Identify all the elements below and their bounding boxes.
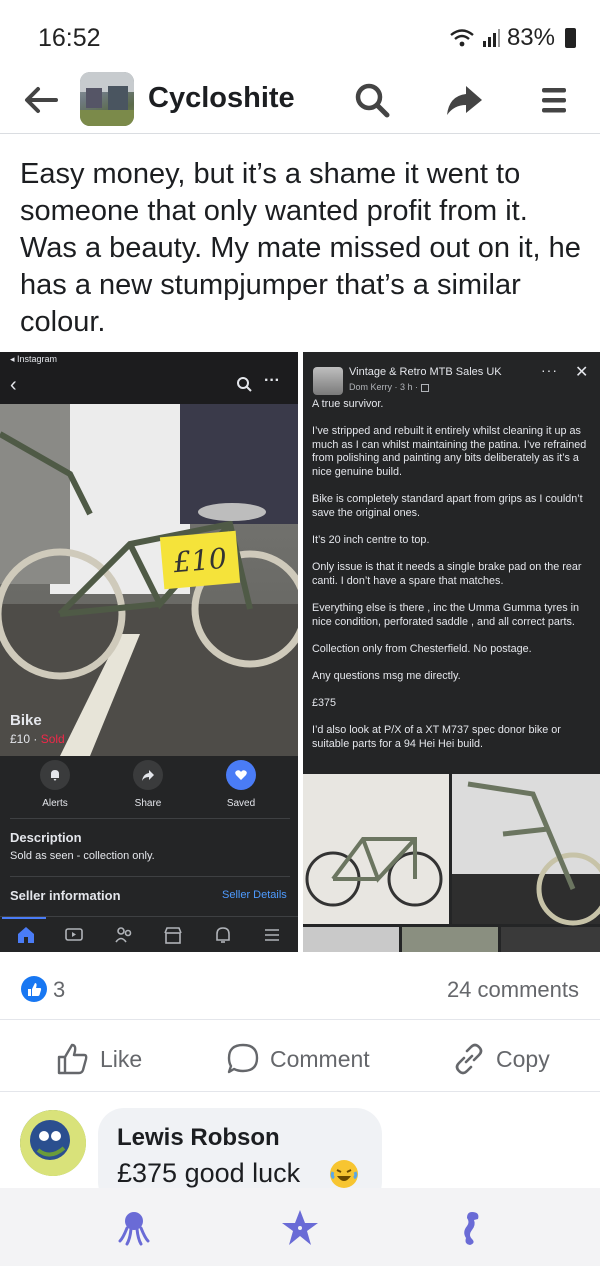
search-icon [237,377,252,392]
group-photo [80,72,134,126]
avatar-image [20,1110,86,1176]
comment-bubble-icon [227,1043,259,1074]
more-icon: ··· [264,372,280,389]
post-paragraph: Any questions msg me directly. [312,669,461,682]
marketplace-topbar: ◂ Instagram ‹ ··· [0,352,298,404]
seller-details-link[interactable]: Seller Details [222,889,287,901]
group-avatar[interactable] [80,72,134,126]
marketplace-icon [164,927,182,944]
copy-label: Copy [496,1045,550,1072]
octopus-icon[interactable] [114,1208,154,1248]
post-paragraph: £375 [312,697,337,710]
laughing-emoji-icon [330,1160,358,1188]
post-paragraph: I’d also look at P/X of a XT M737 spec d… [312,724,561,750]
copy-button[interactable]: Copy [452,1042,550,1076]
like-label: Like [100,1045,143,1072]
alerts-label: Alerts [42,798,68,809]
commenter-name[interactable]: Lewis Robson [117,1124,280,1152]
status-bar: 16:52 83% [0,0,600,70]
menu-icon[interactable] [534,80,574,120]
thumbs-up-icon [57,1043,88,1075]
comment-item: Lewis Robson £375 good luck [0,1100,600,1208]
group-post-author-text: Dom Kerry · 3 h · [349,382,421,392]
post-actions: Like Comment Copy [0,1030,600,1092]
more-icon: ··· [541,362,558,378]
group-post-author: Dom Kerry · 3 h · [349,382,429,392]
group-title[interactable]: Cycloshite [148,82,295,115]
description-heading: Description [10,830,82,845]
close-icon: ✕ [575,364,589,381]
listing-price: £10 · Sold [10,732,65,746]
listing-title: Bike [10,712,42,729]
seahorse-icon[interactable] [450,1208,490,1248]
like-button[interactable]: Like [56,1042,142,1076]
attached-image-marketplace[interactable]: ◂ Instagram ‹ ··· £10 [0,352,298,952]
home-icon [18,927,34,943]
group-post-group-name: Vintage & Retro MTB Sales UK [349,366,502,378]
description-text: Sold as seen - collection only. [10,850,155,862]
marketplace-tab-bar [0,916,298,952]
saved-label: Saved [226,798,256,809]
friends-icon [115,927,132,943]
share-arrow-icon[interactable] [444,80,484,120]
group-avatar [313,367,343,395]
chevron-left-icon: ‹ [10,374,17,396]
listing-price-value: £10 · [10,732,41,746]
menu-icon [265,929,279,941]
post-paragraph: Collection only from Chesterfield. No po… [312,642,532,655]
heart-icon [226,760,256,790]
share-label: Share [134,798,162,809]
active-tab-indicator [2,917,46,919]
bell-icon [40,760,70,790]
bottom-nav [0,1188,600,1266]
comment-label: Comment [270,1045,370,1072]
comments-count[interactable]: 24 comments [447,977,579,1003]
status-time: 16:52 [38,24,101,52]
post-paragraph: Bike is completely standard apart from g… [312,493,583,519]
seller-info-heading: Seller information [10,888,121,903]
bike-illustration [0,404,298,756]
post-paragraph: It’s 20 inch centre to top. [312,533,430,546]
battery-percent: 83% [506,24,555,51]
battery-icon [565,28,576,48]
alerts-button[interactable]: Alerts [10,760,100,809]
reactions-bar: 3 24 comments [0,960,600,1020]
comment-text: £375 good luck [117,1158,301,1188]
notifications-icon [216,927,230,943]
instagram-back-label: ◂ Instagram [10,354,58,364]
video-icon [65,928,83,941]
status-icons: 83% [449,24,576,52]
sold-badge: Sold [40,732,65,746]
comment-button[interactable]: Comment [226,1042,370,1076]
signal-icon [482,29,500,47]
commenter-avatar[interactable] [20,1110,86,1176]
price-sign: £10 [159,530,241,590]
starfish-icon[interactable] [280,1208,320,1248]
link-icon [455,1043,483,1075]
back-arrow-icon[interactable] [20,80,60,120]
wifi-icon [450,29,474,47]
bike-photo: £10 [0,404,298,756]
post-paragraph: Only issue is that it needs a single bra… [312,561,582,587]
attached-image-group-post[interactable]: Vintage & Retro MTB Sales UK Dom Kerry ·… [303,352,600,952]
share-button[interactable]: Share [103,760,193,809]
group-post-photos [303,774,600,952]
group-header: Cycloshite [0,68,600,134]
post-text: Easy money, but it’s a shame it went to … [20,158,581,338]
group-post-body: A true survivor. I’ve stripped and rebui… [312,398,594,765]
post-paragraph: I’ve stripped and rebuilt it entirely wh… [312,425,587,478]
divider [10,876,290,877]
search-icon[interactable] [352,80,392,120]
post-paragraph: Everything else is there , inc the Umma … [312,601,580,628]
like-count[interactable]: 3 [53,977,65,1003]
share-icon [133,760,163,790]
globe-icon [420,383,429,392]
group-post-header: Vintage & Retro MTB Sales UK Dom Kerry ·… [303,352,600,404]
saved-button[interactable]: Saved [196,760,286,809]
like-reaction-icon [21,976,47,1002]
post-paragraph: A true survivor. [312,398,384,410]
divider [10,818,290,819]
bike-photos-grid [303,774,600,952]
